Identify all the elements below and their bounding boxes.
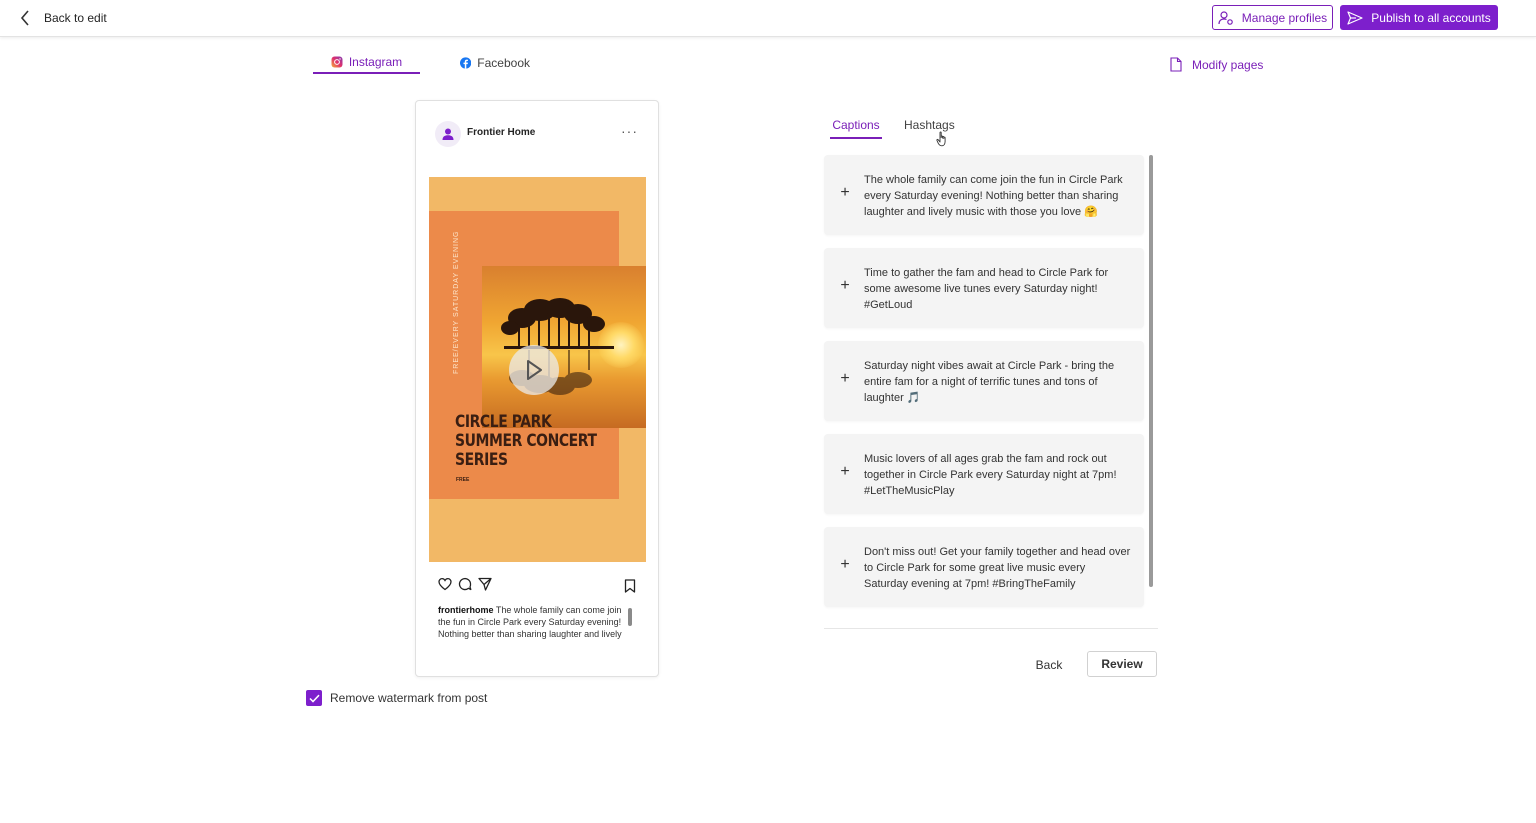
publish-label: Publish to all accounts: [1371, 10, 1491, 25]
instagram-post-preview: Frontier Home ··· FREE/EVERY SATURDAY EV…: [415, 100, 659, 677]
caption-option[interactable]: + Music lovers of all ages grab the fam …: [824, 434, 1144, 514]
publish-to-all-accounts-button[interactable]: Publish to all accounts: [1340, 5, 1498, 30]
send-icon: [1347, 10, 1363, 25]
tab-instagram[interactable]: Instagram: [313, 52, 420, 74]
add-caption-icon[interactable]: +: [839, 556, 851, 574]
caption-username: frontierhome: [438, 605, 494, 615]
comment-icon[interactable]: [458, 577, 472, 591]
top-bar: Back to edit Manage profiles Publish to …: [0, 0, 1536, 37]
add-caption-icon[interactable]: +: [839, 184, 851, 202]
profile-name: Frontier Home: [467, 127, 536, 138]
manage-profiles-button[interactable]: Manage profiles: [1212, 5, 1333, 30]
post-title-line: SUMMER CONCERT: [455, 431, 597, 451]
caption-option[interactable]: + The whole family can come join the fun…: [824, 155, 1144, 235]
facebook-icon: [460, 57, 472, 69]
remove-watermark-checkbox[interactable]: Remove watermark from post: [306, 690, 487, 706]
share-icon[interactable]: [478, 577, 492, 591]
tab-facebook[interactable]: Facebook: [460, 52, 530, 74]
avatar: [435, 121, 461, 147]
caption-text: Saturday night vibes await at Circle Par…: [864, 360, 1115, 404]
caption-option[interactable]: + Don't miss out! Get your family togeth…: [824, 527, 1144, 607]
add-caption-icon[interactable]: +: [839, 370, 851, 388]
divider: [824, 628, 1158, 629]
checkmark-icon: [308, 694, 320, 703]
tree-silhouette: [501, 298, 614, 395]
captions-scrollbar[interactable]: [1149, 155, 1153, 587]
tab-facebook-label: Facebook: [477, 56, 530, 70]
post-tag: FREE: [456, 477, 470, 483]
play-icon: [527, 360, 542, 380]
caption-text: Music lovers of all ages grab the fam an…: [864, 453, 1117, 497]
manage-profiles-label: Manage profiles: [1241, 10, 1328, 25]
tab-instagram-label: Instagram: [348, 55, 403, 69]
document-icon: [1170, 57, 1182, 72]
post-vertical-text: FREE/EVERY SATURDAY EVENING: [453, 230, 460, 374]
post-title-line: CIRCLE PARK: [455, 412, 552, 432]
post-actions: [438, 577, 492, 591]
instagram-icon: [331, 56, 343, 68]
more-options-icon[interactable]: ···: [621, 123, 638, 139]
heart-icon[interactable]: [438, 577, 452, 591]
review-button[interactable]: Review: [1087, 651, 1157, 677]
add-caption-icon[interactable]: +: [839, 277, 851, 295]
back-to-edit-button[interactable]: Back to edit: [20, 8, 107, 28]
caption-option[interactable]: + Saturday night vibes await at Circle P…: [824, 341, 1144, 421]
tab-captions[interactable]: Captions: [830, 118, 882, 139]
caption-text: The whole family can come join the fun i…: [864, 174, 1123, 218]
chevron-left-icon: [20, 10, 29, 26]
post-image: FREE/EVERY SATURDAY EVENING CIRCLE PARK …: [429, 177, 646, 562]
modify-pages-button[interactable]: Modify pages: [1170, 57, 1263, 72]
sunset-tree-photo: [482, 266, 646, 428]
caption-text: Time to gather the fam and head to Circl…: [864, 267, 1109, 311]
remove-watermark-label: Remove watermark from post: [330, 691, 488, 705]
modify-pages-label: Modify pages: [1192, 57, 1264, 72]
person-icon: [442, 128, 454, 140]
checkbox-checked[interactable]: [306, 690, 322, 706]
back-to-edit-label: Back to edit: [44, 11, 107, 25]
post-title: CIRCLE PARK SUMMER CONCERT SERIES: [455, 412, 597, 470]
caption-text: Don't miss out! Get your family together…: [864, 546, 1131, 590]
add-caption-icon[interactable]: +: [839, 463, 851, 481]
post-title-line: SERIES: [455, 450, 508, 470]
bookmark-icon[interactable]: [623, 579, 637, 593]
caption-option[interactable]: + Time to gather the fam and head to Cir…: [824, 248, 1144, 328]
caption-preview-scrollbar[interactable]: [628, 608, 632, 626]
caption-preview: frontierhome The whole family can come j…: [438, 604, 626, 640]
person-settings-icon: [1218, 10, 1233, 25]
play-button[interactable]: [509, 345, 559, 395]
hand-pointer-icon: [936, 131, 946, 147]
back-button[interactable]: Back: [1028, 652, 1070, 677]
